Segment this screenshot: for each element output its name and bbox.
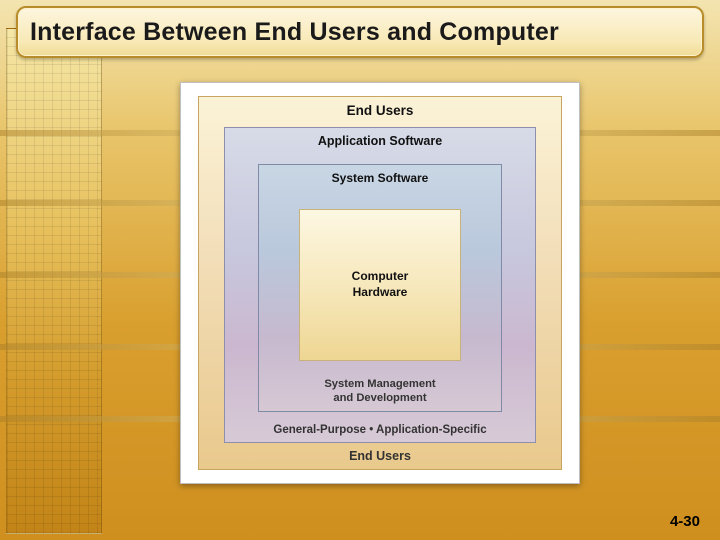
hardware-label: Computer Hardware: [352, 269, 409, 300]
slide-title: Interface Between End Users and Computer: [30, 18, 559, 47]
layer-end-users: End Users Application Software System So…: [198, 96, 562, 470]
layer-application-software: Application Software System Software Com…: [224, 127, 536, 443]
layer-system-software: System Software Computer Hardware System…: [258, 164, 502, 412]
page-number: 4-30: [670, 513, 700, 530]
title-bar: Interface Between End Users and Computer: [16, 6, 704, 58]
left-decorative-strip: [6, 28, 102, 534]
diagram-panel: End Users Application Software System So…: [180, 82, 580, 484]
app-software-bottom-label: General-Purpose • Application-Specific: [273, 424, 486, 442]
system-software-bottom-label: System Management and Development: [324, 377, 435, 411]
app-software-top-label: Application Software: [318, 128, 442, 148]
sys-bottom-line1: System Management: [324, 378, 435, 390]
end-users-top-label: End Users: [347, 97, 414, 118]
hardware-line2: Hardware: [353, 285, 408, 299]
hardware-line1: Computer: [352, 269, 409, 283]
system-software-top-label: System Software: [332, 165, 429, 185]
slide: Interface Between End Users and Computer…: [0, 0, 720, 540]
end-users-bottom-label: End Users: [349, 449, 411, 469]
layer-computer-hardware: Computer Hardware: [299, 209, 461, 361]
sys-bottom-line2: and Development: [333, 392, 426, 404]
